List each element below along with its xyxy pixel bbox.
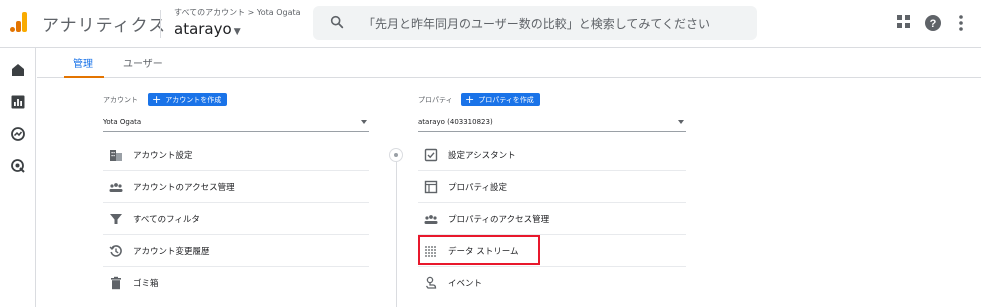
header-divider [160,10,161,38]
help-icon[interactable]: ? [924,14,942,32]
menu-item-label: イベント [448,279,483,289]
filter-icon [110,214,122,224]
property-column-label: プロパティ [418,96,453,104]
reports-icon[interactable] [10,94,26,110]
app-title: アナリティクス [42,16,167,36]
search-placeholder: 「先月と昨年同月のユーザー数の比較」と検索してみてください [363,17,711,31]
account-picker-label: atarayo [174,20,232,38]
search-icon [330,15,344,29]
account-breadcrumb[interactable]: すべてのアカウント > Yota Ogata [174,7,301,18]
history-icon [109,245,122,257]
left-nav-rail [0,48,36,307]
menu-item-label: ゴミ箱 [133,279,159,289]
property-settings-icon [424,180,438,194]
create-property-label: プロパティを作成 [478,95,534,104]
menu-item-label: 設定アシスタント [448,151,516,161]
menu-item-label: アカウント変更履歴 [133,247,210,257]
event-icon [425,276,437,289]
caret-down-icon: ▼ [233,27,241,37]
highlight-annotation-box [418,235,540,265]
more-vert-icon[interactable] [958,14,964,32]
building-icon [110,150,122,161]
all-filters-item[interactable]: すべてのフィルタ [103,203,369,235]
property-access-management-item[interactable]: プロパティのアクセス管理 [418,203,686,235]
account-access-management-item[interactable]: アカウントのアクセス管理 [103,171,369,203]
dropdown-arrow-icon [361,120,367,124]
advertising-icon[interactable] [10,158,26,174]
account-select-value: Yota Ogata [103,118,142,126]
menu-item-label: すべてのフィルタ [133,215,200,225]
plus-icon: + [152,93,162,106]
active-tab-indicator [64,76,104,78]
svg-text:?: ? [930,18,937,30]
admin-tabs: 管理 ユーザー [37,48,981,78]
apps-icon[interactable] [896,14,912,30]
menu-item-label: プロパティのアクセス管理 [448,215,550,225]
property-select-value: atarayo (403310823) [418,118,493,126]
menu-item-label: プロパティ設定 [448,183,507,193]
create-account-label: アカウントを作成 [165,95,222,104]
setup-assistant-item[interactable]: 設定アシスタント [418,139,686,171]
search-bar[interactable]: 「先月と昨年同月のユーザー数の比較」と検索してみてください [313,6,757,40]
account-column-label: アカウント [103,96,138,104]
plus-icon: + [465,93,475,106]
account-settings-item[interactable]: アカウント設定 [103,139,369,171]
home-icon[interactable] [10,62,26,78]
menu-item-label: アカウント設定 [133,151,193,161]
people-icon [109,183,123,192]
account-picker[interactable]: atarayo ▼ [174,20,241,38]
tab-admin[interactable]: 管理 [73,55,93,70]
explore-icon[interactable] [10,126,26,142]
trash-item[interactable]: ゴミ箱 [103,267,369,299]
analytics-logo-icon[interactable] [10,12,28,32]
events-item[interactable]: イベント [418,267,686,299]
property-select[interactable]: atarayo (403310823) [418,116,686,132]
trash-icon [111,276,121,290]
menu-item-label: アカウントのアクセス管理 [133,183,235,193]
create-property-button[interactable]: + プロパティを作成 [461,93,540,106]
dropdown-arrow-icon [678,120,684,124]
create-account-button[interactable]: + アカウントを作成 [148,93,228,106]
account-change-history-item[interactable]: アカウント変更履歴 [103,235,369,267]
top-app-bar: アナリティクス すべてのアカウント > Yota Ogata atarayo ▼ … [0,0,981,48]
checklist-icon [424,148,438,162]
column-connector-icon [389,148,403,162]
account-select[interactable]: Yota Ogata [103,116,369,132]
people-icon [424,215,438,224]
property-settings-item[interactable]: プロパティ設定 [418,171,686,203]
tab-user[interactable]: ユーザー [123,55,163,70]
column-divider [396,148,397,307]
